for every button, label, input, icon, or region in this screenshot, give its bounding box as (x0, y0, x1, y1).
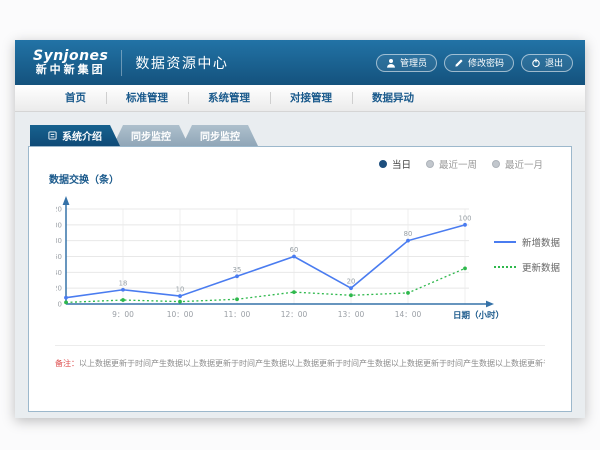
power-icon (531, 58, 541, 68)
svg-text:10: 10 (176, 286, 185, 294)
note-label: 备注： (55, 359, 79, 368)
tab-1[interactable]: 同步监控 (113, 125, 189, 146)
radio-dot-icon (492, 160, 500, 168)
svg-text:18: 18 (119, 279, 128, 287)
svg-text:12：00: 12：00 (281, 310, 308, 319)
svg-text:100: 100 (459, 214, 472, 222)
svg-text:20: 20 (347, 278, 356, 286)
legend-line-icon (494, 241, 516, 243)
svg-text:9：00: 9：00 (112, 310, 134, 319)
svg-text:60: 60 (56, 253, 62, 261)
svg-text:80: 80 (56, 237, 62, 245)
tab-bar: 系统介绍 同步监控 同步监控 (30, 125, 572, 146)
radio-dot-icon (426, 160, 434, 168)
content-area: 系统介绍 同步监控 同步监控 当日 最近一周 最近一月 数据交换（条） 0 20 40 60 8… (15, 112, 585, 412)
range-option-2[interactable]: 最近一月 (492, 157, 543, 171)
svg-text:14：00: 14：00 (395, 310, 422, 319)
note-text: 以上数据更新于时间产生数据以上数据更新于时间产生数据以上数据更新于时间产生数据以… (79, 359, 545, 368)
svg-text:40: 40 (56, 269, 62, 277)
logo[interactable]: Synjones 新中新集团 (33, 48, 108, 77)
svg-text:11：00: 11：00 (224, 310, 251, 319)
logo-text: Synjones (33, 48, 108, 64)
svg-text:120: 120 (56, 206, 62, 214)
svg-text:日期（小时）: 日期（小时） (453, 310, 504, 321)
svg-text:35: 35 (233, 266, 242, 274)
svg-text:60: 60 (290, 246, 299, 254)
legend-item-0[interactable]: 新增数据 (494, 235, 560, 249)
logout-label: 退出 (545, 56, 563, 69)
main-nav: 首页标准管理系统管理对接管理数据异动 (15, 85, 585, 112)
range-filter: 当日 最近一周 最近一月 (379, 157, 543, 171)
tab-label: 系统介绍 (62, 128, 102, 143)
range-option-label: 当日 (392, 157, 411, 171)
range-option-1[interactable]: 最近一周 (426, 157, 477, 171)
nav-item-2[interactable]: 系统管理 (188, 85, 270, 111)
nav-item-4[interactable]: 数据异动 (352, 85, 434, 111)
app-window: Synjones 新中新集团 数据资源中心 管理员 修改密码 (15, 40, 585, 418)
svg-text:100: 100 (56, 221, 62, 229)
change-password-button[interactable]: 修改密码 (444, 54, 514, 72)
logo-subtext: 新中新集团 (33, 64, 108, 77)
pencil-icon (454, 58, 464, 68)
legend-label: 更新数据 (522, 260, 560, 274)
radio-dot-icon (379, 160, 387, 168)
nav-item-3[interactable]: 对接管理 (270, 85, 352, 111)
line-chart: 0 20 40 60 80 100 120 9：00 10：00 11：00 12：00 13：00 1… (56, 192, 516, 326)
user-icon (386, 58, 396, 68)
app-title: 数据资源中心 (135, 53, 228, 73)
svg-text:0: 0 (58, 301, 62, 309)
chart-legend: 新增数据更新数据 (494, 235, 560, 274)
note: 备注：以上数据更新于时间产生数据以上数据更新于时间产生数据以上数据更新于时间产生… (55, 345, 545, 369)
tab-0[interactable]: 系统介绍 (30, 125, 120, 146)
header-divider (121, 50, 122, 76)
app-header: Synjones 新中新集团 数据资源中心 管理员 修改密码 (15, 40, 585, 85)
tab-label: 同步监控 (131, 128, 171, 143)
admin-button-label: 管理员 (400, 56, 427, 69)
svg-text:80: 80 (404, 230, 413, 238)
chart-panel: 当日 最近一周 最近一月 数据交换（条） 0 20 40 60 80 100 120 9：00 10… (28, 146, 572, 412)
range-option-0[interactable]: 当日 (379, 157, 411, 171)
nav-item-0[interactable]: 首页 (45, 85, 106, 111)
document-icon (48, 131, 57, 140)
nav-item-1[interactable]: 标准管理 (106, 85, 188, 111)
change-password-label: 修改密码 (468, 56, 504, 69)
range-option-label: 最近一月 (505, 157, 543, 171)
tab-2[interactable]: 同步监控 (182, 125, 258, 146)
logout-button[interactable]: 退出 (521, 54, 573, 72)
range-option-label: 最近一周 (439, 157, 477, 171)
legend-line-icon (494, 266, 516, 268)
svg-text:20: 20 (56, 285, 62, 293)
legend-label: 新增数据 (522, 235, 560, 249)
header-actions: 管理员 修改密码 退出 (376, 54, 573, 72)
admin-button[interactable]: 管理员 (376, 54, 437, 72)
svg-text:13：00: 13：00 (338, 310, 365, 319)
legend-item-1[interactable]: 更新数据 (494, 260, 560, 274)
y-axis-title: 数据交换（条） (49, 171, 119, 186)
tab-label: 同步监控 (200, 128, 240, 143)
page-background: Synjones 新中新集团 数据资源中心 管理员 修改密码 (0, 0, 600, 450)
svg-text:10：00: 10：00 (167, 310, 194, 319)
